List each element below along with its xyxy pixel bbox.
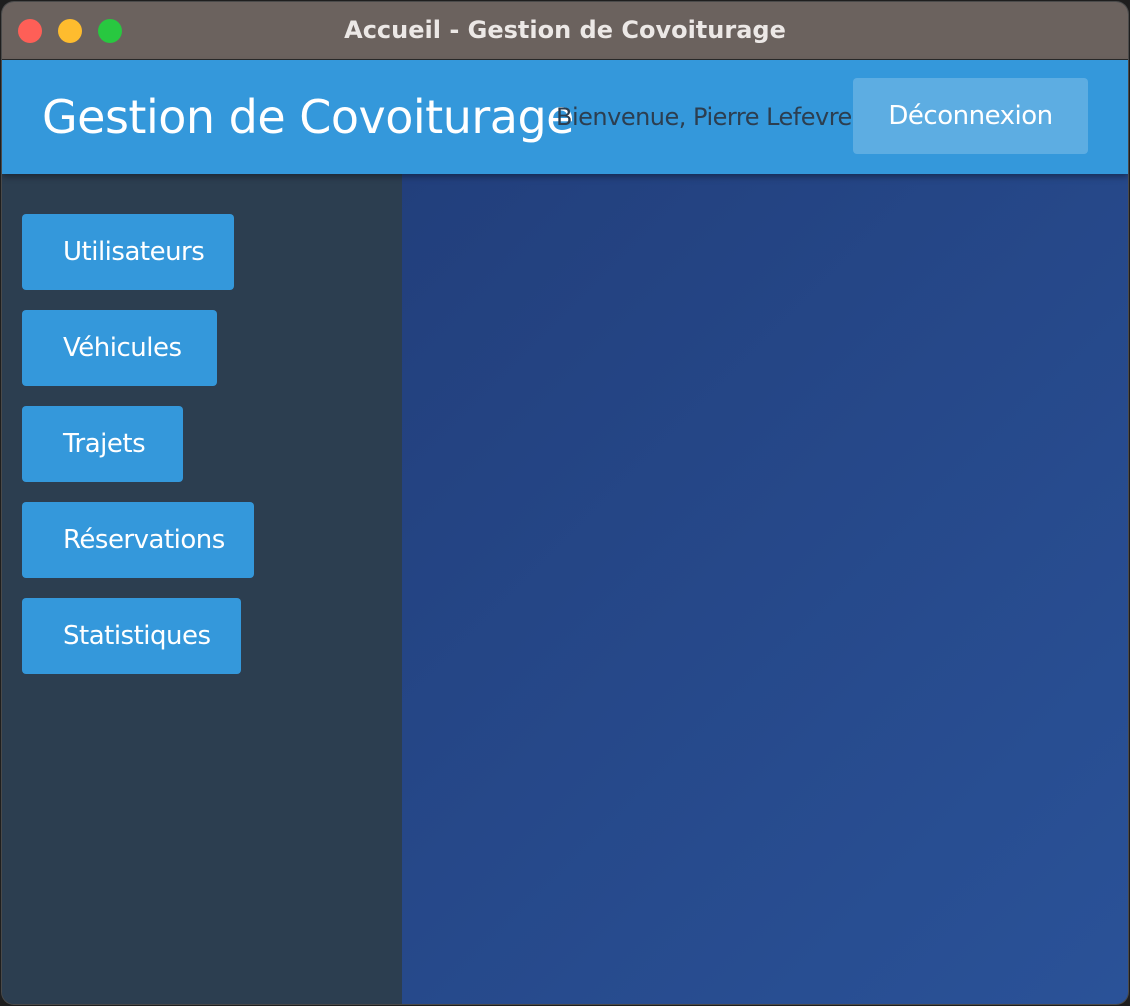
- logout-button[interactable]: Déconnexion: [853, 78, 1088, 154]
- app-header: Gestion de Covoiturage Bienvenue, Pierre…: [2, 60, 1128, 174]
- sidebar-item-statistiques[interactable]: Statistiques: [22, 598, 241, 674]
- window-title: Accueil - Gestion de Covoiturage: [344, 16, 786, 44]
- sidebar-item-reservations[interactable]: Réservations: [22, 502, 254, 578]
- sidebar: Utilisateurs Véhicules Trajets Réservati…: [2, 174, 402, 1004]
- app-title: Gestion de Covoiturage: [42, 90, 574, 144]
- window-titlebar[interactable]: Accueil - Gestion de Covoiturage: [2, 2, 1128, 60]
- welcome-text: Bienvenue, Pierre Lefevre: [556, 103, 852, 131]
- sidebar-item-trajets[interactable]: Trajets: [22, 406, 183, 482]
- app-window: Accueil - Gestion de Covoiturage Gestion…: [2, 2, 1128, 1004]
- sidebar-item-utilisateurs[interactable]: Utilisateurs: [22, 214, 234, 290]
- main-content-area: [402, 174, 1128, 1004]
- sidebar-item-vehicules[interactable]: Véhicules: [22, 310, 217, 386]
